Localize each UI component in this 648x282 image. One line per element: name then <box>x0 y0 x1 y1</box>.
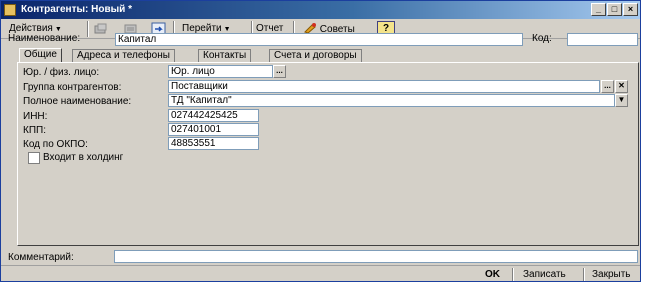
code-field[interactable] <box>567 33 638 46</box>
inn-label: ИНН: <box>23 111 48 122</box>
tab-label: Общие <box>24 49 57 60</box>
group-label: Группа контрагентов: <box>23 82 122 93</box>
tab-label: Контакты <box>203 50 247 61</box>
kpp-field[interactable]: 027401001 <box>168 123 259 136</box>
legal-type-select-button[interactable]: ... <box>273 65 286 78</box>
name-value: Капитал <box>118 34 157 45</box>
name-label: Наименование: <box>8 33 81 44</box>
close-label: Закрыть <box>592 269 631 280</box>
okpo-value: 48853551 <box>171 138 216 149</box>
minimize-button[interactable]: _ <box>591 3 606 16</box>
okpo-field[interactable]: 48853551 <box>168 137 259 150</box>
maximize-button[interactable]: □ <box>607 3 622 16</box>
dropdown-arrow-icon: ▼ <box>223 26 231 33</box>
comment-label: Комментарий: <box>8 252 74 263</box>
ok-button[interactable]: OK <box>485 268 500 281</box>
code-label: Код: <box>532 33 552 44</box>
counterparty-window: Контрагенты: Новый * _ □ × Действия ▼ Пер… <box>0 0 641 282</box>
inn-value: 027442425425 <box>171 110 238 121</box>
save-button[interactable]: Записать <box>523 268 566 281</box>
kpp-label: КПП: <box>23 125 46 136</box>
bottom-button-bar: OK Записать Закрыть <box>1 265 640 282</box>
fullname-label: Полное наименование: <box>23 96 132 107</box>
close-window-button[interactable]: × <box>623 3 638 16</box>
tab-label: Счета и договоры <box>274 50 357 61</box>
kpp-value: 027401001 <box>171 124 222 135</box>
okpo-label: Код по ОКПО: <box>23 139 88 150</box>
holding-checkbox[interactable] <box>28 152 40 164</box>
toolbar-separator <box>87 21 89 37</box>
comment-field[interactable] <box>114 250 638 263</box>
copy-icon[interactable] <box>93 22 109 36</box>
chevron-down-icon: ▼ <box>617 95 626 104</box>
button-separator <box>512 268 514 281</box>
window-title: Контрагенты: Новый * <box>21 4 132 15</box>
fullname-field[interactable]: ТД "Капитал" <box>168 94 615 107</box>
fullname-dropdown-button[interactable]: ▼ <box>615 94 628 107</box>
name-field[interactable]: Капитал <box>115 33 523 46</box>
legal-type-label: Юр. / физ. лицо: <box>23 67 100 78</box>
legal-type-field[interactable]: Юр. лицо <box>168 65 273 78</box>
inn-field[interactable]: 027442425425 <box>168 109 259 122</box>
save-label: Записать <box>523 269 566 280</box>
tab-contacts[interactable]: Контакты <box>198 49 252 63</box>
dropdown-arrow-icon: ▼ <box>54 26 62 33</box>
button-separator <box>583 268 585 281</box>
ok-label: OK <box>485 269 500 280</box>
clear-icon: ✕ <box>618 81 625 90</box>
tab-accounts[interactable]: Счета и договоры <box>269 49 362 63</box>
tab-general[interactable]: Общие <box>19 48 62 63</box>
close-button[interactable]: Закрыть <box>592 268 631 281</box>
title-bar[interactable]: Контрагенты: Новый * _ □ × <box>1 1 640 19</box>
fullname-value: ТД "Капитал" <box>171 95 232 106</box>
group-select-button[interactable]: ... <box>601 80 614 93</box>
tab-addresses[interactable]: Адреса и телефоны <box>72 49 175 63</box>
legal-type-value: Юр. лицо <box>171 66 215 77</box>
group-value: Поставщики <box>171 81 228 92</box>
holding-label: Входит в холдинг <box>43 152 124 163</box>
group-clear-button[interactable]: ✕ <box>615 80 628 93</box>
app-icon <box>4 4 16 16</box>
group-field[interactable]: Поставщики <box>168 80 600 93</box>
tab-label: Адреса и телефоны <box>77 50 170 61</box>
